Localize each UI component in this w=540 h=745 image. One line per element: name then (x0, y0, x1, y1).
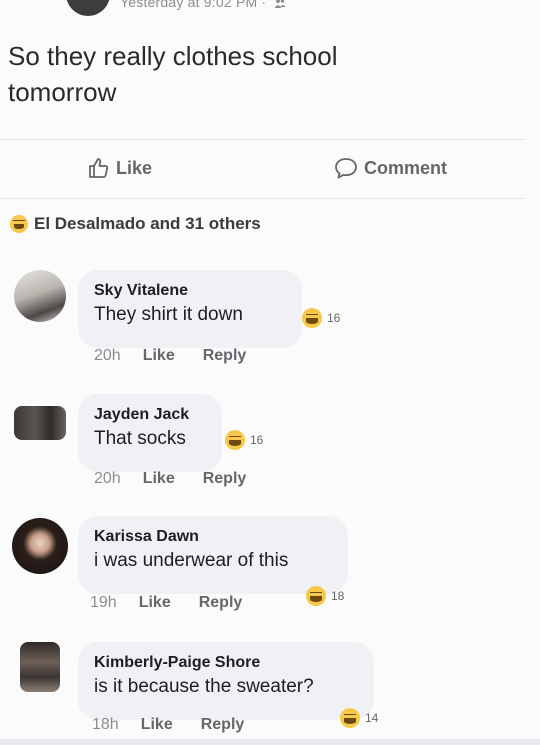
comment-actions: 20h Like Reply (94, 347, 274, 365)
comment-actions: 20h Like Reply (94, 470, 274, 488)
comment-bubble: Karissa Dawn i was underwear of this (78, 516, 348, 594)
comment-button[interactable]: Comment (334, 153, 447, 183)
laughing-face-icon (306, 586, 326, 606)
comment-text: i was underwear of this (94, 550, 289, 571)
comment-bubble: Jayden Jack That socks (78, 394, 222, 472)
comment-label: Comment (364, 157, 448, 178)
post-timestamp[interactable]: Yesterday at 9:02 PM · (120, 0, 286, 10)
comment-like-button[interactable]: Like (143, 347, 175, 365)
reaction-summary-text: El Desalmado and 31 others (34, 214, 261, 233)
post-body: So they really clothes school tomorrow (8, 38, 508, 110)
laughing-face-icon (340, 708, 360, 728)
comment-bubble: Sky Vitalene They shirt it down (78, 270, 302, 348)
reaction-summary[interactable]: El Desalmado and 31 others (10, 214, 261, 234)
laughing-face-icon (225, 430, 245, 450)
bottom-edge (0, 739, 540, 745)
comment-actions: 18h Like Reply (92, 716, 272, 734)
laughing-face-icon (10, 215, 28, 233)
comment-like-button[interactable]: Like (141, 716, 173, 734)
comment-text: is it because the sweater? (94, 676, 314, 697)
friends-icon (274, 0, 286, 9)
comment-reactions[interactable]: 14 (340, 708, 378, 728)
comment-like-button[interactable]: Like (139, 594, 171, 612)
reaction-count: 14 (365, 711, 379, 725)
comment-reply-button[interactable]: Reply (199, 594, 243, 612)
comment-reply-button[interactable]: Reply (203, 470, 247, 488)
reaction-count: 16 (327, 311, 341, 325)
post-text-line: tomorrow (8, 77, 117, 107)
divider (0, 198, 525, 199)
comment-reply-button[interactable]: Reply (201, 716, 245, 734)
avatar[interactable] (12, 518, 68, 574)
facebook-post: Yesterday at 9:02 PM · So they really clo… (0, 0, 540, 745)
commenter-name[interactable]: Jayden Jack (94, 404, 206, 426)
comment-reactions[interactable]: 16 (225, 430, 263, 450)
comment-text: They shirt it down (94, 304, 243, 325)
comment-actions: 19h Like Reply (90, 594, 270, 612)
comment-time[interactable]: 18h (92, 716, 119, 734)
reaction-count: 16 (250, 433, 264, 447)
poster-avatar[interactable] (66, 0, 110, 16)
avatar[interactable] (20, 642, 60, 692)
avatar[interactable] (14, 406, 66, 440)
post-text-line: So they really clothes school (8, 41, 338, 71)
comment-time[interactable]: 20h (94, 470, 121, 488)
comment-like-button[interactable]: Like (143, 470, 175, 488)
comment-bubble: Kimberly-Paige Shore is it because the s… (78, 642, 374, 720)
like-button[interactable]: Like (88, 153, 152, 183)
like-label: Like (116, 157, 153, 178)
divider (0, 139, 525, 140)
comment-text: That socks (94, 428, 186, 449)
commenter-name[interactable]: Sky Vitalene (94, 280, 286, 302)
commenter-name[interactable]: Kimberly-Paige Shore (94, 652, 358, 674)
comment-time[interactable]: 19h (90, 594, 117, 612)
comment-reactions[interactable]: 18 (306, 586, 344, 606)
laughing-face-icon (302, 308, 322, 328)
thumbs-up-icon (89, 158, 109, 178)
comment-reply-button[interactable]: Reply (203, 347, 247, 365)
comment-time[interactable]: 20h (94, 347, 121, 365)
comment-reactions[interactable]: 16 (302, 308, 340, 328)
reaction-count: 18 (331, 589, 345, 603)
commenter-name[interactable]: Karissa Dawn (94, 526, 332, 548)
avatar[interactable] (14, 270, 66, 322)
speech-bubble-icon (335, 158, 357, 179)
post-time[interactable]: Yesterday at 9:02 PM (120, 0, 257, 10)
